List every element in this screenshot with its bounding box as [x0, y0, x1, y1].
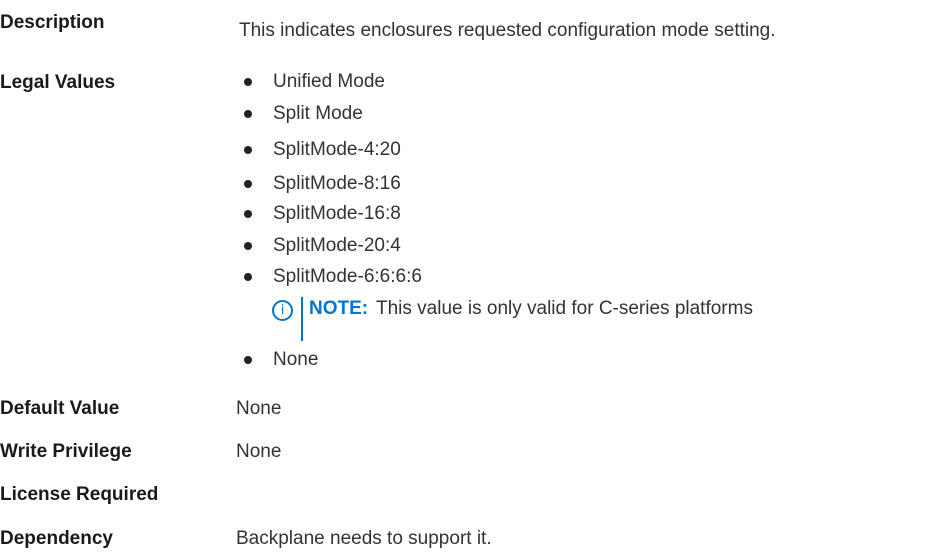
bullet-icon	[244, 273, 252, 281]
note-divider	[301, 297, 303, 341]
license-required-term: License Required	[0, 484, 159, 505]
note-text: This value is only valid for C-series pl…	[376, 298, 753, 319]
write-privilege-term: Write Privilege	[0, 441, 132, 462]
list-item-text: SplitMode-6:6:6:6	[273, 266, 422, 287]
note-callout: i NOTE: This value is only valid for C-s…	[272, 297, 912, 341]
list-item-text: SplitMode-20:4	[273, 235, 401, 256]
note-label: NOTE:	[309, 298, 369, 319]
dependency-term: Dependency	[0, 528, 113, 549]
write-privilege-value: None	[236, 441, 282, 462]
list-item-text: SplitMode-4:20	[273, 139, 401, 160]
info-icon: i	[272, 300, 293, 321]
list-item-text: None	[273, 349, 319, 370]
legal-values-term: Legal Values	[0, 72, 116, 93]
bullet-icon	[244, 146, 252, 154]
default-value-term: Default Value	[0, 398, 120, 419]
bullet-icon	[244, 210, 252, 218]
description-value: This indicates enclosures requested conf…	[239, 20, 776, 41]
bullet-icon	[244, 180, 252, 188]
bullet-icon	[244, 242, 252, 250]
bullet-icon	[244, 356, 252, 364]
bullet-icon	[244, 78, 252, 86]
default-value: None	[236, 398, 282, 419]
list-item-text: Unified Mode	[273, 71, 385, 92]
list-item-text: Split Mode	[273, 103, 363, 124]
list-item-text: SplitMode-16:8	[273, 203, 401, 224]
dependency-value: Backplane needs to support it.	[236, 528, 492, 549]
list-item-text: SplitMode-8:16	[273, 173, 401, 194]
bullet-icon	[244, 110, 252, 118]
description-term: Description	[0, 12, 105, 33]
